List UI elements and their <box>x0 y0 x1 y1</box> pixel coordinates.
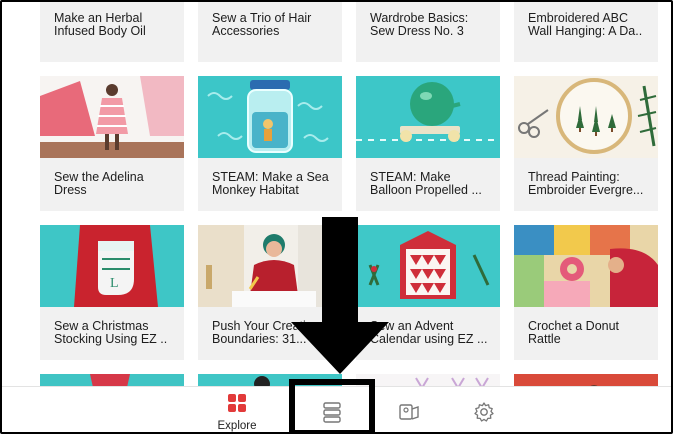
card-title: Sew a Trio of Hair Accessories <box>212 11 312 38</box>
card-title: Make an Herbal Infused Body Oil <box>54 11 146 38</box>
svg-text:L: L <box>110 276 119 291</box>
project-card[interactable]: Embroidered ABC Wall Hanging: A Da.. <box>514 2 658 62</box>
card-title: Sew the Adelina Dress <box>54 170 144 197</box>
card-thumbnail <box>198 225 342 307</box>
highlight-box <box>289 379 375 432</box>
tab-settings[interactable] <box>454 393 514 432</box>
card-thumbnail <box>198 76 342 158</box>
card-title: STEAM: Make Balloon Propelled ... <box>370 170 482 197</box>
project-card[interactable]: Sew a Trio of Hair Accessories <box>198 2 342 62</box>
card-title: Embroidered ABC Wall Hanging: A Da.. <box>528 11 643 38</box>
gear-icon <box>474 402 494 422</box>
project-grid: Make an Herbal Infused Body Oil Sew a Tr… <box>2 2 671 392</box>
card-title: Wardrobe Basics: Sew Dress No. 3 <box>370 11 469 38</box>
card-thumbnail <box>356 76 500 158</box>
card-thumbnail <box>356 225 500 307</box>
card-thumbnail: L <box>40 225 184 307</box>
project-card[interactable]: Sew the Adelina Dress <box>40 76 184 211</box>
card-title: STEAM: Make a Sea Monkey Habitat <box>212 170 329 197</box>
card-thumbnail <box>40 76 184 158</box>
project-card[interactable]: Thread Painting: Embroider Evergre... <box>514 76 658 211</box>
project-card[interactable]: Wardrobe Basics: Sew Dress No. 3 <box>356 2 500 62</box>
project-card[interactable]: Crochet a Donut Rattle <box>514 225 658 360</box>
project-card[interactable]: Sew an Advent Calendar using EZ ... <box>356 225 500 360</box>
card-title: Sew an Advent Calendar using EZ ... <box>370 319 488 346</box>
project-card[interactable]: STEAM: Make a Sea Monkey Habitat <box>198 76 342 211</box>
project-card[interactable]: Push Your Creative Boundaries: 31... <box>198 225 342 360</box>
project-card[interactable]: STEAM: Make Balloon Propelled ... <box>356 76 500 211</box>
card-title: Sew a Christmas Stocking Using EZ .. <box>54 319 168 346</box>
tab-explore[interactable]: Explore <box>207 393 267 432</box>
card-thumbnail <box>514 225 658 307</box>
projects-icon <box>399 404 419 420</box>
project-card[interactable]: Make an Herbal Infused Body Oil <box>40 2 184 62</box>
card-title: Crochet a Donut Rattle <box>528 319 620 346</box>
app-window: Make an Herbal Infused Body Oil Sew a Tr… <box>0 0 673 434</box>
grid-icon <box>228 394 246 412</box>
project-card[interactable]: L Sew a Christmas Stocking Using EZ .. <box>40 225 184 360</box>
card-title: Thread Painting: Embroider Evergre... <box>528 170 644 197</box>
tab-projects[interactable] <box>379 393 439 432</box>
card-title: Push Your Creative Boundaries: 31... <box>212 319 320 346</box>
card-thumbnail <box>514 76 658 158</box>
tab-label: Explore <box>217 420 257 432</box>
